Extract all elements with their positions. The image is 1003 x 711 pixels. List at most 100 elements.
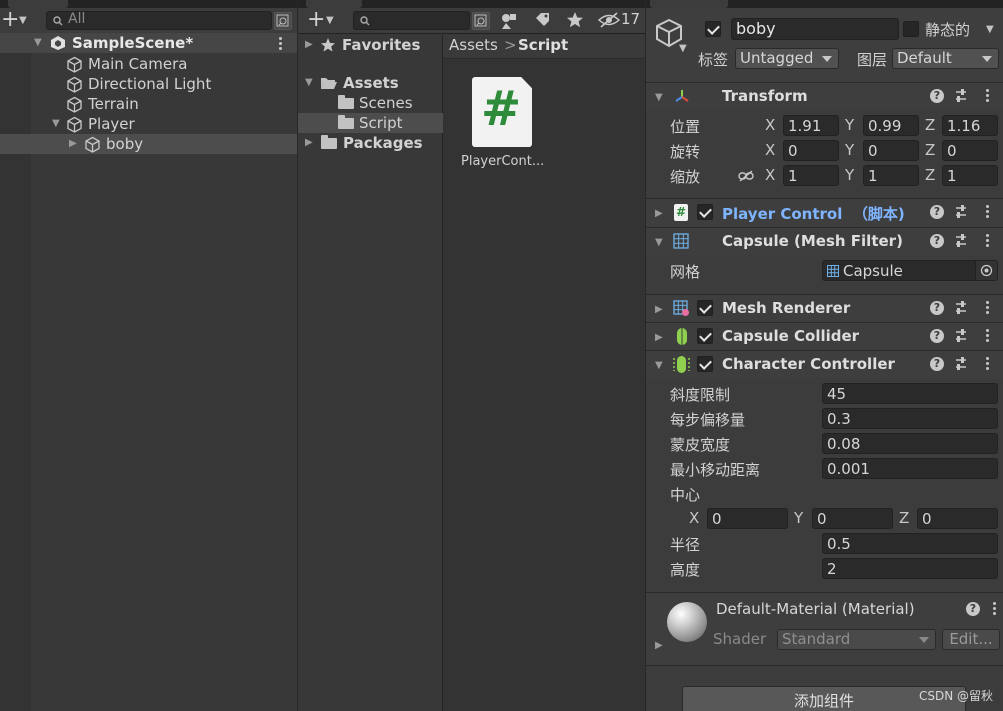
scale-z-field[interactable]: 1 (942, 165, 998, 186)
create-dropdown-icon[interactable]: ▼ (19, 15, 27, 26)
hierarchy-item-main-camera[interactable]: Main Camera (0, 54, 297, 74)
step-offset-field[interactable]: 0.3 (822, 408, 998, 429)
expand-arrow-icon[interactable]: ▼ (655, 92, 663, 103)
mesh-filter-header[interactable]: ▼ Capsule (Mesh Filter) ? (646, 227, 1003, 255)
hidden-packages-toggle[interactable]: 17 (598, 10, 644, 30)
hierarchy-search-input[interactable]: All (46, 11, 272, 30)
mesh-object-field[interactable]: Capsule (822, 260, 998, 281)
scene-menu-kebab-icon[interactable] (279, 36, 283, 50)
breadcrumb-root[interactable]: Assets (449, 36, 498, 54)
center-y-field[interactable]: 0 (812, 508, 893, 529)
center-z-field[interactable]: 0 (917, 508, 998, 529)
skin-width-field[interactable]: 0.08 (822, 433, 998, 454)
breadcrumb-current[interactable]: Script (518, 36, 568, 54)
preset-sliders-icon[interactable] (954, 328, 968, 344)
component-enabled-checkbox[interactable] (697, 204, 713, 220)
rotation-x-field[interactable]: 0 (783, 140, 839, 161)
collapsed-arrow-icon[interactable]: ▶ (655, 208, 663, 219)
project-search-input[interactable] (353, 11, 470, 30)
radius-field[interactable]: 0.5 (822, 533, 998, 554)
scale-y-field[interactable]: 1 (863, 165, 919, 186)
component-menu-kebab-icon[interactable] (985, 356, 989, 372)
collapsed-arrow-icon[interactable]: ▶ (655, 304, 663, 315)
component-menu-kebab-icon[interactable] (985, 233, 989, 249)
slope-limit-field[interactable]: 45 (822, 383, 998, 404)
static-checkbox[interactable] (903, 21, 919, 37)
create-plus-icon[interactable]: + (1, 9, 19, 31)
collapsed-arrow-icon[interactable]: ▶ (305, 35, 313, 55)
tree-item-packages[interactable]: ▶ Packages (298, 133, 443, 153)
scale-x-field[interactable]: 1 (783, 165, 839, 186)
static-dropdown-icon[interactable]: ▼ (986, 24, 994, 35)
hierarchy-item-boby[interactable]: ▶ boby (0, 134, 297, 154)
collapsed-arrow-icon[interactable]: ▶ (69, 134, 77, 154)
component-enabled-checkbox[interactable] (697, 356, 713, 372)
help-icon[interactable]: ? (930, 301, 944, 315)
help-icon[interactable]: ? (930, 357, 944, 371)
component-enabled-checkbox[interactable] (697, 328, 713, 344)
collapsed-arrow-icon[interactable]: ▶ (305, 133, 313, 153)
inspector-tab[interactable] (650, 0, 728, 8)
collapsed-arrow-icon[interactable]: ▶ (655, 640, 663, 651)
search-mode-button[interactable] (274, 12, 292, 30)
component-menu-kebab-icon[interactable] (985, 300, 989, 316)
create-plus-icon[interactable]: + (307, 9, 325, 31)
expand-arrow-icon[interactable]: ▼ (305, 73, 313, 93)
tree-item-scenes[interactable]: Scenes (298, 93, 443, 113)
filter-by-type-icon[interactable] (501, 12, 519, 30)
tag-dropdown[interactable]: Untagged (735, 48, 839, 69)
create-dropdown-icon[interactable]: ▼ (326, 15, 334, 26)
active-checkbox[interactable] (705, 21, 721, 37)
expand-arrow-icon[interactable]: ▼ (34, 33, 42, 53)
help-icon[interactable]: ? (930, 89, 944, 103)
asset-tile-playercontrol[interactable]: # PlayerCont... (455, 77, 545, 177)
preset-sliders-icon[interactable] (954, 88, 968, 104)
position-y-field[interactable]: 0.99 (863, 115, 919, 136)
help-icon[interactable]: ? (930, 234, 944, 248)
collapsed-arrow-icon[interactable]: ▶ (655, 332, 663, 343)
constrain-proportions-link-icon[interactable] (738, 170, 754, 182)
component-title[interactable]: Player Control （脚本) (722, 203, 905, 224)
help-icon[interactable]: ? (966, 602, 980, 616)
component-menu-kebab-icon[interactable] (985, 88, 989, 104)
preset-sliders-icon[interactable] (954, 204, 968, 220)
component-menu-kebab-icon[interactable] (985, 204, 989, 220)
character-controller-header[interactable]: ▼ Character Controller ? (646, 350, 1003, 378)
expand-arrow-icon[interactable]: ▼ (52, 114, 60, 134)
transform-header[interactable]: ▼ Transform ? (646, 82, 1003, 110)
shader-dropdown[interactable]: Standard (777, 629, 936, 650)
player-control-header[interactable]: ▶ # Player Control （脚本) ? (646, 198, 1003, 226)
preset-sliders-icon[interactable] (954, 233, 968, 249)
object-name-input[interactable]: boby (731, 18, 899, 40)
hierarchy-item-player[interactable]: ▼ Player (0, 114, 297, 134)
preset-sliders-icon[interactable] (954, 300, 968, 316)
tree-item-script[interactable]: Script (298, 113, 443, 133)
rotation-y-field[interactable]: 0 (863, 140, 919, 161)
mesh-renderer-header[interactable]: ▶ Mesh Renderer ? (646, 294, 1003, 322)
tree-item-favorites[interactable]: ▶ Favorites (298, 35, 443, 55)
search-mode-button[interactable] (472, 12, 490, 30)
tree-item-assets[interactable]: ▼ Assets (298, 73, 443, 93)
position-z-field[interactable]: 1.16 (942, 115, 998, 136)
layer-dropdown[interactable]: Default (892, 48, 999, 69)
expand-arrow-icon[interactable]: ▼ (655, 237, 663, 248)
expand-arrow-icon[interactable]: ▼ (655, 360, 663, 371)
min-move-distance-field[interactable]: 0.001 (822, 458, 998, 479)
help-icon[interactable]: ? (930, 329, 944, 343)
component-menu-kebab-icon[interactable] (985, 328, 989, 344)
material-menu-kebab-icon[interactable] (992, 601, 996, 617)
object-picker-button[interactable] (975, 261, 997, 280)
hierarchy-scene-row[interactable]: ▼ SampleScene* (0, 33, 297, 53)
favorite-star-icon[interactable] (566, 11, 584, 29)
capsule-collider-header[interactable]: ▶ Capsule Collider ? (646, 322, 1003, 350)
help-icon[interactable]: ? (930, 205, 944, 219)
component-enabled-checkbox[interactable] (697, 300, 713, 316)
filter-by-label-icon[interactable] (534, 12, 550, 28)
preset-sliders-icon[interactable] (954, 356, 968, 372)
hierarchy-item-terrain[interactable]: Terrain (0, 94, 297, 114)
position-x-field[interactable]: 1.91 (783, 115, 839, 136)
hierarchy-item-directional-light[interactable]: Directional Light (0, 74, 297, 94)
rotation-z-field[interactable]: 0 (942, 140, 998, 161)
icon-dropdown-icon[interactable]: ▼ (679, 43, 687, 54)
height-field[interactable]: 2 (822, 558, 998, 579)
